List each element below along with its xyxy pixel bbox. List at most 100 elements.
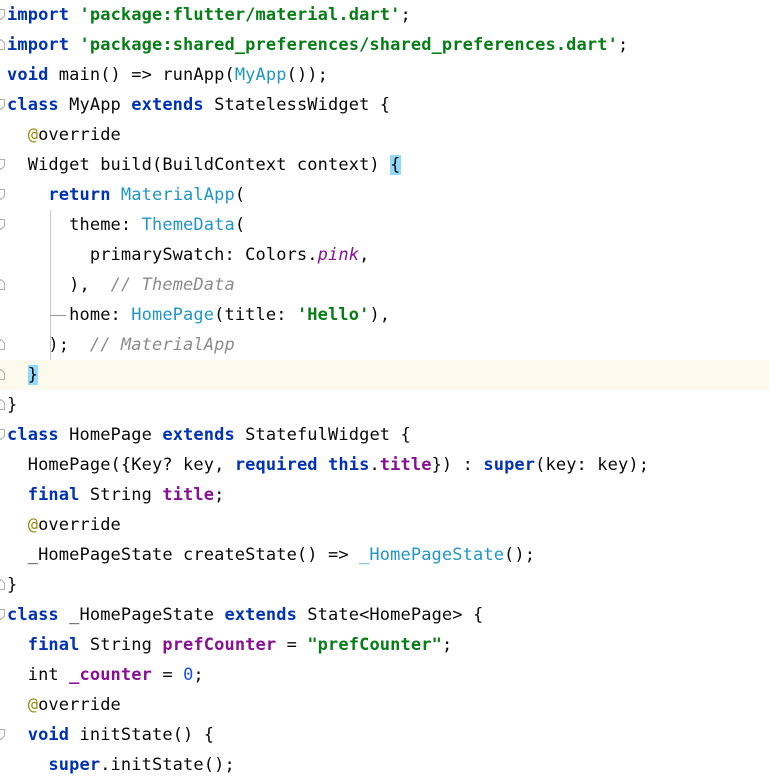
code-token: = — [276, 635, 308, 655]
code-token: StatefulWidget { — [234, 425, 411, 445]
code-line[interactable]: theme: ThemeData( — [0, 210, 769, 240]
code-token: 0 — [183, 665, 194, 685]
code-line[interactable]: super.initState(); — [0, 750, 769, 780]
code-line[interactable]: class HomePage extends StatefulWidget { — [0, 420, 769, 450]
code-token: ; — [193, 665, 204, 685]
code-text: class MyApp extends StatelessWidget { — [7, 90, 390, 120]
code-text: class _HomePageState extends State<HomeP… — [7, 600, 483, 630]
code-token: .initState(); — [100, 755, 235, 775]
code-line-current[interactable]: } — [0, 360, 769, 390]
code-line[interactable]: primarySwatch: Colors.pink, — [0, 240, 769, 270]
code-line[interactable]: ), // ThemeData — [0, 270, 769, 300]
code-token: title — [162, 485, 215, 505]
code-token: class — [7, 605, 59, 625]
code-token: String — [79, 485, 163, 505]
code-token: _HomePageState createState() => — [7, 545, 360, 565]
code-line[interactable]: class _HomePageState extends State<HomeP… — [0, 600, 769, 630]
code-token: override — [38, 515, 121, 535]
code-token: title — [379, 455, 432, 475]
fold-start-icon[interactable] — [0, 189, 5, 200]
code-token: MyApp — [58, 95, 132, 115]
code-token: _HomePageState — [58, 605, 225, 625]
code-token: extends — [131, 95, 204, 115]
code-line[interactable]: @override — [0, 120, 769, 150]
code-token: } — [7, 575, 18, 595]
fold-end-icon[interactable] — [0, 39, 5, 50]
code-line[interactable]: final String prefCounter = "prefCounter"… — [0, 630, 769, 660]
code-line[interactable]: void main() => runApp(MyApp()); — [0, 60, 769, 90]
code-token: Widget build(BuildContext context) — [7, 155, 391, 175]
code-text: _HomePageState createState() => _HomePag… — [7, 540, 535, 570]
code-text: void initState() { — [7, 720, 214, 750]
code-token: final — [27, 635, 80, 655]
code-token: ), — [369, 305, 391, 325]
code-text: final String title; — [7, 480, 225, 510]
code-token: String — [79, 635, 163, 655]
code-token: import — [7, 5, 70, 25]
code-text: return MaterialApp( — [7, 180, 245, 210]
code-line[interactable]: Widget build(BuildContext context) { — [0, 150, 769, 180]
code-token: extends — [162, 425, 235, 445]
fold-start-icon[interactable] — [0, 219, 5, 230]
code-text: ); // MaterialApp — [7, 330, 235, 360]
code-token: void — [7, 65, 49, 85]
code-token: , — [359, 245, 370, 265]
fold-start-icon[interactable] — [0, 99, 5, 110]
code-line[interactable]: import 'package:flutter/material.dart'; — [0, 0, 769, 30]
code-line[interactable]: HomePage({Key? key, required this.title}… — [0, 450, 769, 480]
code-token: home: — [7, 305, 132, 325]
code-token: HomePage — [131, 305, 215, 325]
fold-start-icon[interactable] — [0, 9, 5, 20]
code-token: ()); — [286, 65, 329, 85]
indent-guide — [50, 210, 51, 360]
fold-start-icon[interactable] — [0, 429, 5, 440]
fold-end-icon[interactable] — [0, 399, 5, 410]
code-line[interactable]: class MyApp extends StatelessWidget { — [0, 90, 769, 120]
fold-start-icon[interactable] — [0, 729, 5, 740]
code-text: primarySwatch: Colors.pink, — [7, 240, 369, 270]
code-line[interactable]: _HomePageState createState() => _HomePag… — [0, 540, 769, 570]
code-token: ThemeData — [141, 215, 235, 235]
code-line[interactable]: } — [0, 390, 769, 420]
code-text: } — [7, 360, 39, 390]
code-token: ; — [441, 635, 453, 655]
code-token: import — [7, 35, 70, 55]
fold-end-icon[interactable] — [0, 279, 5, 290]
code-token: // MaterialApp — [89, 335, 235, 355]
code-text: Widget build(BuildContext context) { — [7, 150, 401, 180]
code-line[interactable]: int _counter = 0; — [0, 660, 769, 690]
fold-end-icon[interactable] — [0, 339, 5, 350]
fold-start-icon[interactable] — [0, 609, 5, 620]
code-token: } — [7, 395, 18, 415]
code-line[interactable]: import 'package:shared_preferences/share… — [0, 30, 769, 60]
code-token: MyApp — [234, 65, 287, 85]
code-token: HomePage — [58, 425, 163, 445]
fold-end-icon[interactable] — [0, 579, 5, 590]
code-token: (key: key); — [535, 455, 650, 475]
code-line[interactable]: void initState() { — [0, 720, 769, 750]
code-editor[interactable]: import 'package:flutter/material.dart'; i… — [0, 0, 769, 781]
code-line[interactable]: home: HomePage(title: 'Hello'), — [0, 300, 769, 330]
code-token: void — [27, 725, 70, 745]
code-token: 'package:shared_preferences/shared_prefe… — [79, 35, 618, 55]
fold-end-icon[interactable] — [0, 369, 5, 380]
code-token: @ — [27, 125, 39, 145]
code-token: ( — [234, 215, 246, 235]
code-line[interactable]: final String title; — [0, 480, 769, 510]
fold-start-icon[interactable] — [0, 159, 5, 170]
code-token: @ — [27, 695, 39, 715]
code-token: ), — [7, 275, 111, 295]
code-line[interactable]: } — [0, 570, 769, 600]
code-line[interactable]: ); // MaterialApp — [0, 330, 769, 360]
code-text: class HomePage extends StatefulWidget { — [7, 420, 411, 450]
code-line[interactable]: @override — [0, 510, 769, 540]
code-line[interactable]: @override — [0, 690, 769, 720]
code-token: @ — [27, 515, 39, 535]
code-line[interactable]: return MaterialApp( — [0, 180, 769, 210]
